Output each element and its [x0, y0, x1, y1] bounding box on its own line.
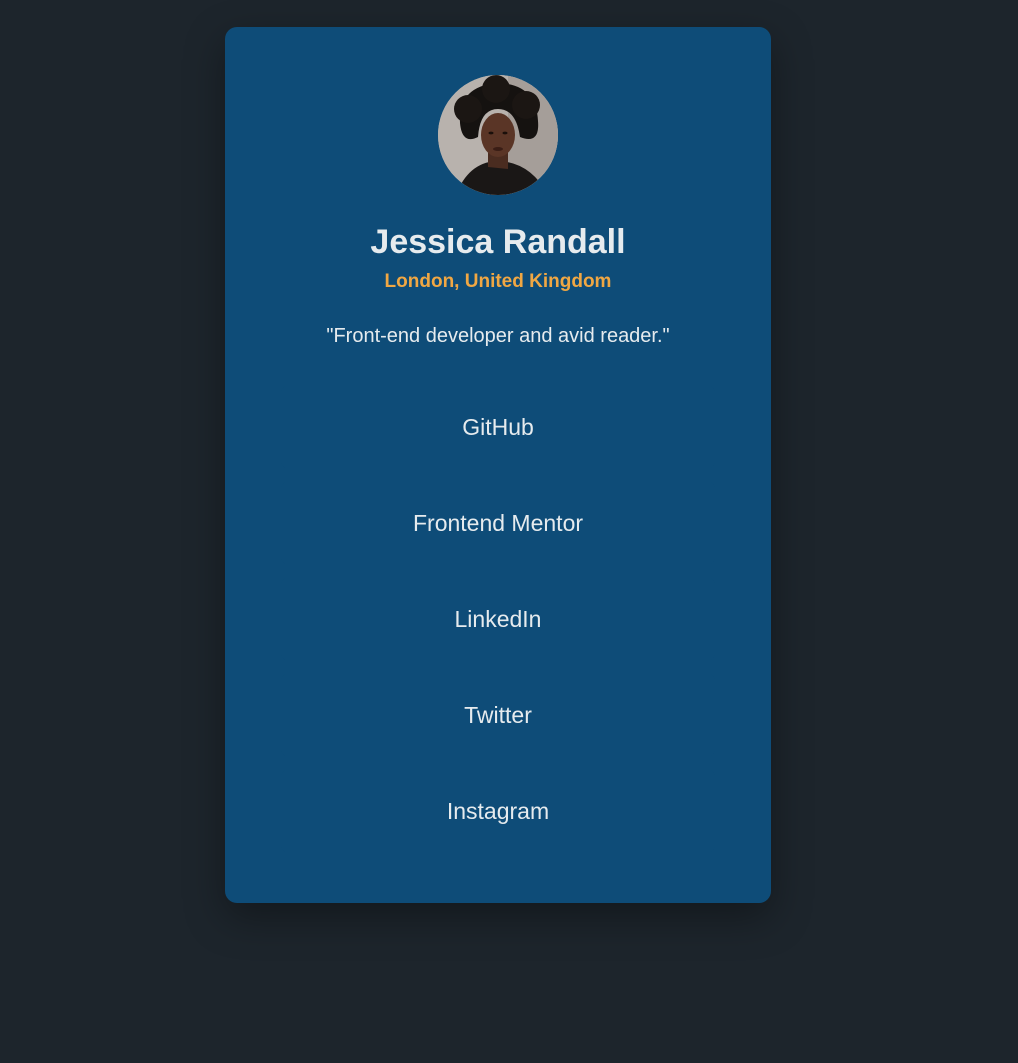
link-instagram-button[interactable]: Instagram [281, 769, 715, 853]
link-frontend-mentor-button[interactable]: Frontend Mentor [281, 481, 715, 565]
link-twitter-button[interactable]: Twitter [281, 673, 715, 757]
profile-location: London, United Kingdom [384, 271, 612, 292]
profile-name: Jessica Randall [370, 223, 626, 261]
link-linkedin-button[interactable]: LinkedIn [281, 577, 715, 661]
social-links-list: GitHub Frontend Mentor LinkedIn Twitter … [281, 385, 715, 865]
link-github-button[interactable]: GitHub [281, 385, 715, 469]
avatar-portrait-image [438, 75, 558, 195]
profile-bio: "Front-end developer and avid reader." [326, 325, 670, 347]
avatar [438, 75, 558, 195]
profile-card: Jessica Randall London, United Kingdom "… [225, 27, 771, 903]
